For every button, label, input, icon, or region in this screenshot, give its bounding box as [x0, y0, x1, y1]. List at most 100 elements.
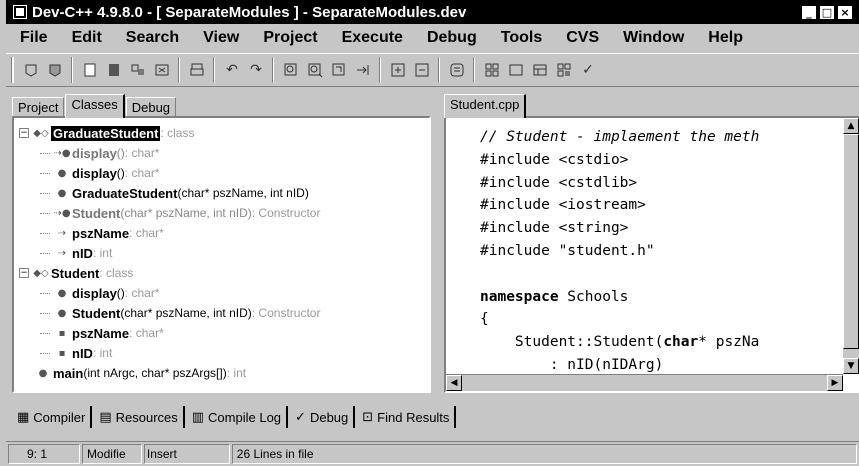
collapse-icon[interactable]: −	[19, 128, 29, 138]
menu-search[interactable]: Search	[114, 29, 191, 47]
tree-member-node[interactable]: ▪ nID : int	[14, 343, 429, 363]
code-text[interactable]: // Student - implaement the meth #include…	[480, 126, 837, 374]
save-all-icon[interactable]	[127, 59, 149, 81]
tab-compiler[interactable]: ▦ Compiler	[12, 406, 93, 428]
check-syntax-icon[interactable]: ✓	[577, 59, 599, 81]
tree-connector	[40, 352, 50, 354]
code-line[interactable]	[480, 263, 837, 286]
code-line[interactable]: : nID(nIDArg)	[480, 354, 837, 374]
tree-node-type: : char*	[129, 326, 164, 340]
tab-resources[interactable]: ▤ Resources	[94, 406, 185, 428]
tree-member-node[interactable]: ⇢ pszName : char*	[14, 223, 429, 243]
menu-cvs[interactable]: CVS	[554, 29, 611, 47]
close-file-icon[interactable]	[151, 59, 173, 81]
goto-line-icon[interactable]	[352, 59, 374, 81]
code-line[interactable]: // Student - implaement the meth	[480, 126, 837, 149]
maximize-icon[interactable]: □	[819, 4, 835, 20]
remove-from-project-icon[interactable]	[411, 59, 433, 81]
code-line[interactable]: Student::Student(char* pszNa	[480, 331, 837, 354]
tab-debug-output[interactable]: ✓ Debug	[290, 406, 356, 428]
tree-connector	[40, 232, 50, 234]
tree-node-name: GraduateStudent	[51, 125, 161, 141]
tree-node-name: GraduateStudent	[72, 185, 178, 201]
menu-view[interactable]: View	[191, 29, 251, 47]
project-options-icon[interactable]	[446, 59, 468, 81]
menu-debug[interactable]: Debug	[415, 29, 489, 47]
tree-class-node[interactable]: − ◆◇ GraduateStudent : class	[14, 123, 429, 143]
code-line[interactable]: #include <cstdlib>	[480, 172, 837, 195]
code-line[interactable]: #include <string>	[480, 217, 837, 240]
print-icon[interactable]	[186, 59, 208, 81]
code-line[interactable]: #include <iostream>	[480, 194, 837, 217]
menu-execute[interactable]: Execute	[330, 29, 415, 47]
rebuild-icon[interactable]	[553, 59, 575, 81]
tree-node-signature: (char* pszName, int nID)	[120, 206, 252, 220]
tree-member-node[interactable]: ● display () : char*	[14, 163, 429, 183]
scroll-down-icon[interactable]: ▼	[843, 358, 859, 374]
scroll-right-icon[interactable]: ▶	[827, 375, 843, 391]
horizontal-scrollbar[interactable]: ◀ ▶	[446, 374, 843, 391]
scroll-left-icon[interactable]: ◀	[446, 375, 462, 391]
tree-node-signature: (char* pszName, int nID)	[120, 306, 252, 320]
add-to-project-icon[interactable]	[387, 59, 409, 81]
new-project-icon[interactable]	[20, 59, 42, 81]
compile-icon[interactable]	[481, 59, 503, 81]
inherited-method-icon: ⇢●	[53, 147, 71, 159]
menu-project[interactable]: Project	[251, 29, 329, 47]
tree-node-type: : char*	[129, 226, 164, 240]
tab-compile-log[interactable]: ▥ Compile Log	[187, 406, 289, 428]
tab-find-results[interactable]: ⊡ Find Results	[357, 406, 457, 428]
vertical-scrollbar[interactable]: ▲ ▼	[843, 118, 859, 374]
tab-classes[interactable]: Classes	[65, 94, 125, 118]
code-line[interactable]: #include "student.h"	[480, 240, 837, 263]
menu-tools[interactable]: Tools	[489, 29, 554, 47]
code-token: #include <string>	[480, 220, 629, 237]
save-icon[interactable]	[103, 59, 125, 81]
compile-run-icon[interactable]	[529, 59, 551, 81]
replace-icon[interactable]	[328, 59, 350, 81]
output-tabs: ▦ Compiler ▤ Resources ▥ Compile Log ✓ Debug…	[12, 405, 458, 429]
collapse-icon[interactable]: −	[19, 268, 29, 278]
run-icon[interactable]	[505, 59, 527, 81]
tab-resources-label: Resources	[115, 409, 178, 425]
tree-class-node[interactable]: ● main (int nArgc, char* pszArgs[]) : int	[14, 363, 429, 383]
tree-node-name: display	[72, 165, 117, 181]
redo-icon[interactable]: ↷	[245, 59, 267, 81]
app-icon	[13, 5, 27, 19]
code-editor[interactable]: // Student - implaement the meth #include…	[444, 116, 859, 393]
code-line[interactable]: #include <cstdio>	[480, 149, 837, 172]
scroll-up-icon[interactable]: ▲	[843, 118, 859, 134]
find-icon[interactable]	[280, 59, 302, 81]
cursor-position: 9: 1	[8, 444, 80, 464]
menu-window[interactable]: Window	[611, 29, 696, 47]
tree-node-name: Student	[51, 265, 100, 281]
code-line[interactable]: {	[480, 308, 837, 331]
protected-inherited-field-icon: ⇢	[57, 227, 67, 239]
new-file-icon[interactable]	[79, 59, 101, 81]
tab-student-cpp[interactable]: Student.cpp	[444, 94, 527, 118]
insert-mode: Insert	[143, 444, 230, 464]
function-icon: ●	[38, 367, 48, 379]
code-token: namespace	[480, 288, 559, 305]
scrollbar-thumb[interactable]	[843, 134, 859, 349]
tree-member-node[interactable]: ⇢ nID : int	[14, 243, 429, 263]
menu-help[interactable]: Help	[696, 29, 755, 47]
menu-edit[interactable]: Edit	[60, 29, 114, 47]
open-project-icon[interactable]	[44, 59, 66, 81]
tab-project[interactable]: Project	[12, 97, 65, 118]
tree-connector	[40, 172, 50, 174]
menu-file[interactable]: File	[6, 29, 60, 47]
undo-icon[interactable]: ↶	[221, 59, 243, 81]
tree-member-node[interactable]: ● display () : char*	[14, 283, 429, 303]
tab-debug[interactable]: Debug	[125, 97, 177, 118]
tree-member-node[interactable]: ● GraduateStudent (char* pszName, int nID…	[14, 183, 429, 203]
minimize-icon[interactable]: _	[801, 4, 817, 20]
code-line[interactable]: namespace Schools	[480, 286, 837, 309]
tree-member-node[interactable]: ⇢● display () : char*	[14, 143, 429, 163]
tree-member-node[interactable]: ▪ pszName : char*	[14, 323, 429, 343]
close-icon[interactable]: ×	[837, 4, 853, 20]
tree-member-node[interactable]: ● Student (char* pszName, int nID) : Cons…	[14, 303, 429, 323]
find-next-icon[interactable]	[304, 59, 326, 81]
tree-member-node[interactable]: ⇢● Student (char* pszName, int nID) : Con…	[14, 203, 429, 223]
tree-class-node[interactable]: − ◆◇ Student : class	[14, 263, 429, 283]
